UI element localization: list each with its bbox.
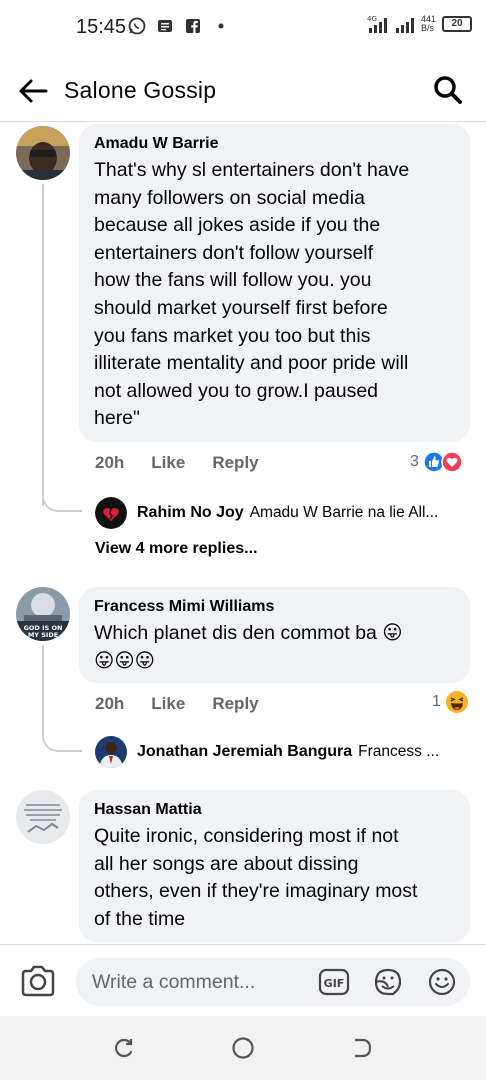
message-icon — [158, 20, 172, 32]
signal-icon — [395, 18, 414, 33]
like-button[interactable]: Like — [151, 453, 185, 473]
page-title: Salone Gossip — [64, 77, 217, 103]
reply-avatar[interactable] — [95, 497, 127, 529]
reply-button[interactable]: Reply — [212, 453, 258, 473]
comment-placeholder: Write a comment... — [92, 971, 256, 993]
haha-reaction-icon — [445, 691, 468, 713]
status-bar: 15:45 4G 441 B/s 20 — [0, 0, 486, 54]
view-more-replies[interactable]: View 4 more replies... — [95, 540, 257, 558]
search-icon[interactable] — [432, 74, 464, 106]
comment-time: 20h — [95, 453, 125, 472]
reply-avatar[interactable] — [95, 736, 127, 768]
emoji-icon[interactable] — [427, 967, 457, 997]
avatar-photo — [16, 790, 70, 844]
thread-line — [42, 645, 44, 735]
thread-line — [42, 184, 44, 506]
avatar-hassan[interactable] — [16, 790, 70, 844]
comment-bubble[interactable]: Hassan Mattia Quite ironic, considering … — [79, 790, 470, 942]
back-nav-icon[interactable] — [350, 1036, 374, 1060]
battery-icon: 20 — [442, 16, 472, 32]
home-icon[interactable] — [231, 1036, 255, 1060]
status-time: 15:45 — [76, 16, 127, 38]
system-nav-bar — [0, 1016, 486, 1080]
avatar-photo — [95, 736, 127, 768]
recent-apps-icon[interactable] — [112, 1036, 136, 1060]
comment-text: That's why sl entertainers don't have ma… — [94, 159, 410, 430]
comment-bubble[interactable]: Amadu W Barrie That's why sl entertainer… — [79, 124, 470, 442]
gif-icon[interactable]: GIF — [318, 967, 350, 997]
comment-author[interactable]: Amadu W Barrie — [94, 134, 456, 154]
reaction-summary[interactable]: 3 — [410, 451, 463, 473]
comment-bubble[interactable]: Francess Mimi Williams Which planet dis … — [79, 587, 470, 683]
reply-connector — [42, 484, 82, 512]
comment-text: Quite ironic, considering most if not al… — [94, 825, 418, 930]
status-right: 4G 441 B/s 20 — [367, 14, 472, 34]
comment-actions: 20h Like Reply — [95, 453, 259, 473]
comment-time: 20h — [95, 694, 125, 713]
reply-button[interactable]: Reply — [212, 694, 258, 714]
avatar-photo — [16, 126, 70, 180]
reaction-summary[interactable]: 1 — [432, 690, 469, 714]
comment-author[interactable]: Hassan Mattia — [94, 800, 456, 820]
notification-icons — [128, 17, 230, 35]
comment-author[interactable]: Francess Mimi Williams — [94, 597, 456, 617]
reaction-count: 1 — [432, 693, 441, 710]
avatar-francess[interactable]: GOD IS ON MY SIDE — [16, 587, 70, 641]
signal-4g-icon: 4G — [367, 15, 387, 33]
reply-text: Amadu W Barrie na lie All... — [249, 504, 439, 521]
avatar-amadu[interactable] — [16, 126, 70, 180]
comment-text: Which planet dis den commot ba 😛 😛😛😛 — [94, 622, 403, 672]
svg-text:4G: 4G — [367, 15, 377, 23]
broken-heart-icon — [95, 497, 127, 529]
top-header: Salone Gossip — [0, 60, 486, 122]
svg-text:GIF: GIF — [324, 977, 345, 990]
reaction-count: 3 — [410, 453, 419, 470]
svg-text:MY SIDE: MY SIDE — [28, 631, 58, 639]
reply-author[interactable]: Rahim No Joy — [137, 504, 244, 522]
net-speed: 441 B/s — [420, 14, 436, 33]
comment-actions: 20h Like Reply — [95, 694, 259, 714]
reply-preview[interactable]: Rahim No Joy Amadu W Barrie na lie All..… — [95, 497, 475, 529]
whatsapp-icon — [128, 17, 146, 35]
back-arrow-icon[interactable] — [16, 74, 50, 108]
camera-icon[interactable] — [20, 965, 56, 997]
sticker-icon[interactable] — [373, 967, 403, 997]
dot-icon — [218, 23, 224, 29]
like-button[interactable]: Like — [151, 694, 185, 714]
avatar-photo: GOD IS ON MY SIDE — [16, 587, 70, 641]
comment-composer: Write a comment... GIF — [0, 944, 486, 1016]
comment-input[interactable]: Write a comment... GIF — [76, 958, 470, 1006]
facebook-icon — [186, 19, 200, 33]
reply-connector — [42, 724, 82, 752]
reply-preview[interactable]: Jonathan Jeremiah Bangura Francess ... — [95, 736, 475, 768]
reply-author[interactable]: Jonathan Jeremiah Bangura — [137, 743, 352, 761]
love-reaction-icon — [441, 451, 463, 473]
reply-text: Francess ... — [358, 743, 440, 760]
comments-list[interactable]: Amadu W Barrie That's why sl entertainer… — [0, 122, 486, 944]
